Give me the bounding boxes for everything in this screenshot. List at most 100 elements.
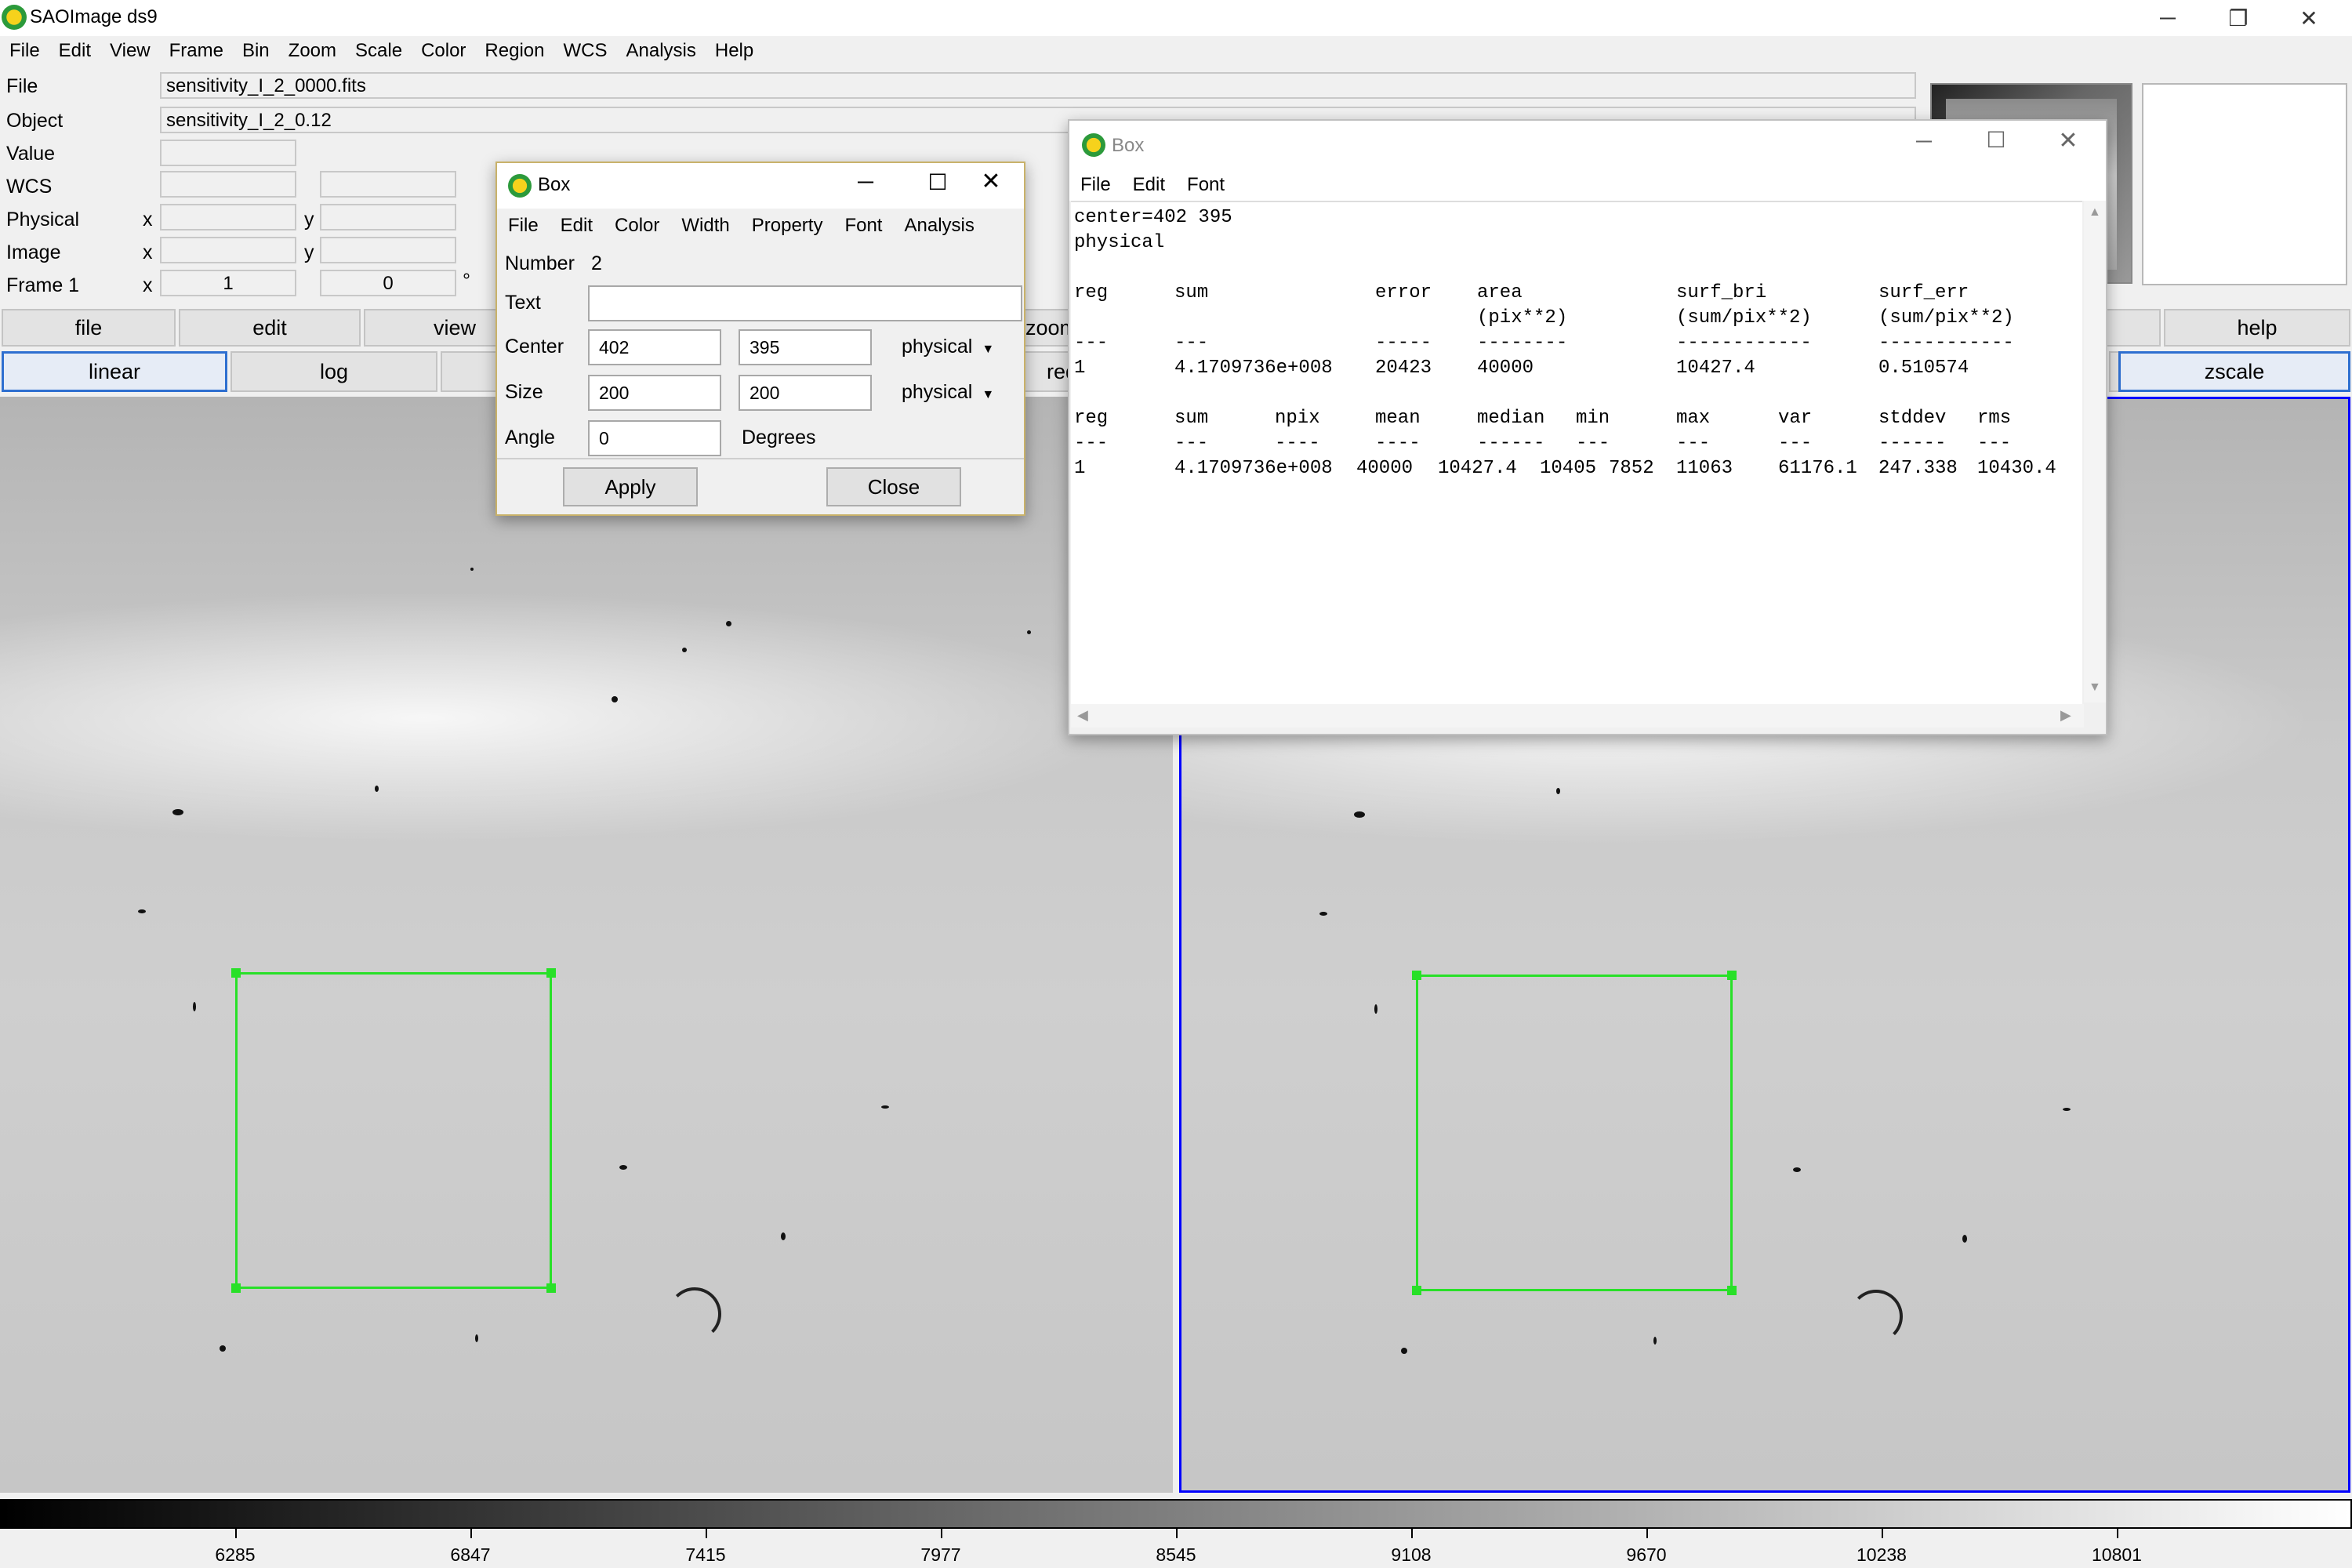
image-label: Image xyxy=(6,241,61,263)
stats-menu-font[interactable]: Font xyxy=(1176,174,1236,196)
text-input[interactable] xyxy=(588,285,1022,321)
t2-dash: ---- xyxy=(1375,433,1421,454)
star xyxy=(1653,1337,1657,1345)
region-box-2[interactable] xyxy=(1416,975,1733,1291)
menu-scale[interactable]: Scale xyxy=(346,40,412,62)
t1-subheader-area: (pix**2) xyxy=(1477,307,1568,328)
frame-label: Frame 1 xyxy=(6,274,80,296)
minimize-button[interactable]: ─ xyxy=(2132,0,2203,36)
box-menu-file[interactable]: File xyxy=(497,215,550,237)
menu-help[interactable]: Help xyxy=(706,40,763,62)
colorbar-tick xyxy=(1646,1529,1648,1538)
box-menu-property[interactable]: Property xyxy=(741,215,834,237)
region-handle[interactable] xyxy=(546,968,556,978)
colorbar-tick xyxy=(1176,1529,1178,1538)
menubar: File Edit View Frame Bin Zoom Scale Colo… xyxy=(0,36,808,66)
menu-file[interactable]: File xyxy=(0,40,49,62)
menu-frame[interactable]: Frame xyxy=(160,40,233,62)
region-handle[interactable] xyxy=(546,1283,556,1293)
t2-dash: ------ xyxy=(1878,433,1947,454)
image-y-label: y xyxy=(304,241,314,263)
size-coord-select[interactable]: physical ▼ xyxy=(902,381,994,404)
t2-dash: --- xyxy=(1778,433,1813,454)
region-handle[interactable] xyxy=(1727,971,1737,980)
stats-text-area[interactable]: center=402 395 physical reg sum error ar… xyxy=(1071,201,2082,704)
t2-cell-min: 7852 xyxy=(1609,458,1654,479)
artifact-arc xyxy=(668,1287,721,1341)
menu-edit[interactable]: Edit xyxy=(49,40,100,62)
menu-zoom[interactable]: Zoom xyxy=(279,40,346,62)
minimize-icon[interactable]: ─ xyxy=(834,169,897,201)
apply-button[interactable]: Apply xyxy=(563,467,698,506)
close-button[interactable]: ✕ xyxy=(2274,0,2344,36)
t2-cell-var: 61176.1 xyxy=(1778,458,1857,479)
button-zscale[interactable]: zscale xyxy=(2118,351,2350,392)
close-icon[interactable]: ✕ xyxy=(960,168,1022,199)
region-box-1[interactable] xyxy=(235,972,552,1289)
vertical-scrollbar[interactable]: ▲ ▼ xyxy=(2084,201,2106,702)
button-log[interactable]: log xyxy=(230,351,437,392)
region-handle[interactable] xyxy=(231,1283,241,1293)
colorbar-tick xyxy=(2117,1529,2118,1538)
region-handle[interactable] xyxy=(1412,1286,1421,1295)
center-y-input[interactable]: 395 xyxy=(739,329,872,365)
close-icon[interactable]: ✕ xyxy=(2037,127,2100,158)
stats-menu-file[interactable]: File xyxy=(1069,174,1122,196)
t2-dash: --- xyxy=(1676,433,1711,454)
wcs-y-field xyxy=(320,171,456,198)
menu-color[interactable]: Color xyxy=(412,40,475,62)
menu-wcs[interactable]: WCS xyxy=(554,40,616,62)
region-handle[interactable] xyxy=(231,968,241,978)
box-menu-color[interactable]: Color xyxy=(604,215,670,237)
colorbar-tick-label: 9108 xyxy=(1391,1544,1432,1565)
center-x-input[interactable]: 402 xyxy=(588,329,721,365)
button-linear[interactable]: linear xyxy=(2,351,227,392)
center-coord-select[interactable]: physical ▼ xyxy=(902,336,994,358)
t2-cell-rms: 10430.4 xyxy=(1977,458,2056,479)
menu-region[interactable]: Region xyxy=(475,40,554,62)
frame-1-image[interactable] xyxy=(0,397,1173,1493)
box-menu-analysis[interactable]: Analysis xyxy=(893,215,985,237)
stats-menu-edit[interactable]: Edit xyxy=(1122,174,1176,196)
frame-x-label: x xyxy=(143,274,153,296)
number-label: Number xyxy=(505,252,575,274)
button-edit[interactable]: edit xyxy=(179,309,361,347)
t1-dash: ------------ xyxy=(1878,332,2014,354)
scroll-down-icon[interactable]: ▼ xyxy=(2089,681,2101,695)
restore-button[interactable]: ❐ xyxy=(2203,0,2274,36)
t2-dash: --- xyxy=(1576,433,1610,454)
horizontal-scrollbar[interactable]: ◀ ▶ xyxy=(1071,704,2084,728)
t2-header-var: var xyxy=(1778,408,1813,429)
scroll-left-icon[interactable]: ◀ xyxy=(1077,707,1088,724)
image-x-label: x xyxy=(143,241,153,263)
maximize-icon[interactable]: ☐ xyxy=(1965,127,2027,158)
t2-header-mean: mean xyxy=(1375,408,1421,429)
minimize-icon[interactable]: ─ xyxy=(1893,129,1955,160)
star xyxy=(619,1165,627,1170)
box-menu-edit[interactable]: Edit xyxy=(550,215,604,237)
angle-input[interactable]: 0 xyxy=(588,420,721,456)
size-x-input[interactable]: 200 xyxy=(588,375,721,411)
colorbar[interactable] xyxy=(0,1499,2352,1529)
size-y-input[interactable]: 200 xyxy=(739,375,872,411)
star xyxy=(172,809,183,815)
t2-header-sum: sum xyxy=(1174,408,1209,429)
scroll-up-icon[interactable]: ▲ xyxy=(2089,205,2101,220)
menu-view[interactable]: View xyxy=(100,40,160,62)
menu-bin[interactable]: Bin xyxy=(233,40,279,62)
colorbar-tick-label: 7415 xyxy=(685,1544,726,1565)
button-row2-hidden[interactable] xyxy=(441,351,503,392)
stats-window-titlebar[interactable]: Box ─ ☐ ✕ xyxy=(1069,121,2106,169)
region-handle[interactable] xyxy=(1727,1286,1737,1295)
star xyxy=(1793,1167,1801,1172)
button-help[interactable]: help xyxy=(2164,309,2350,347)
box-menu-width[interactable]: Width xyxy=(670,215,740,237)
box-dialog-titlebar[interactable]: Box ─ ☐ ✕ xyxy=(497,163,1024,209)
menu-analysis[interactable]: Analysis xyxy=(616,40,705,62)
close-dialog-button[interactable]: Close xyxy=(826,467,961,506)
scroll-right-icon[interactable]: ▶ xyxy=(2060,707,2071,724)
t2-header-stddev: stddev xyxy=(1878,408,1947,429)
region-handle[interactable] xyxy=(1412,971,1421,980)
box-menu-font[interactable]: Font xyxy=(833,215,893,237)
button-file[interactable]: file xyxy=(2,309,176,347)
